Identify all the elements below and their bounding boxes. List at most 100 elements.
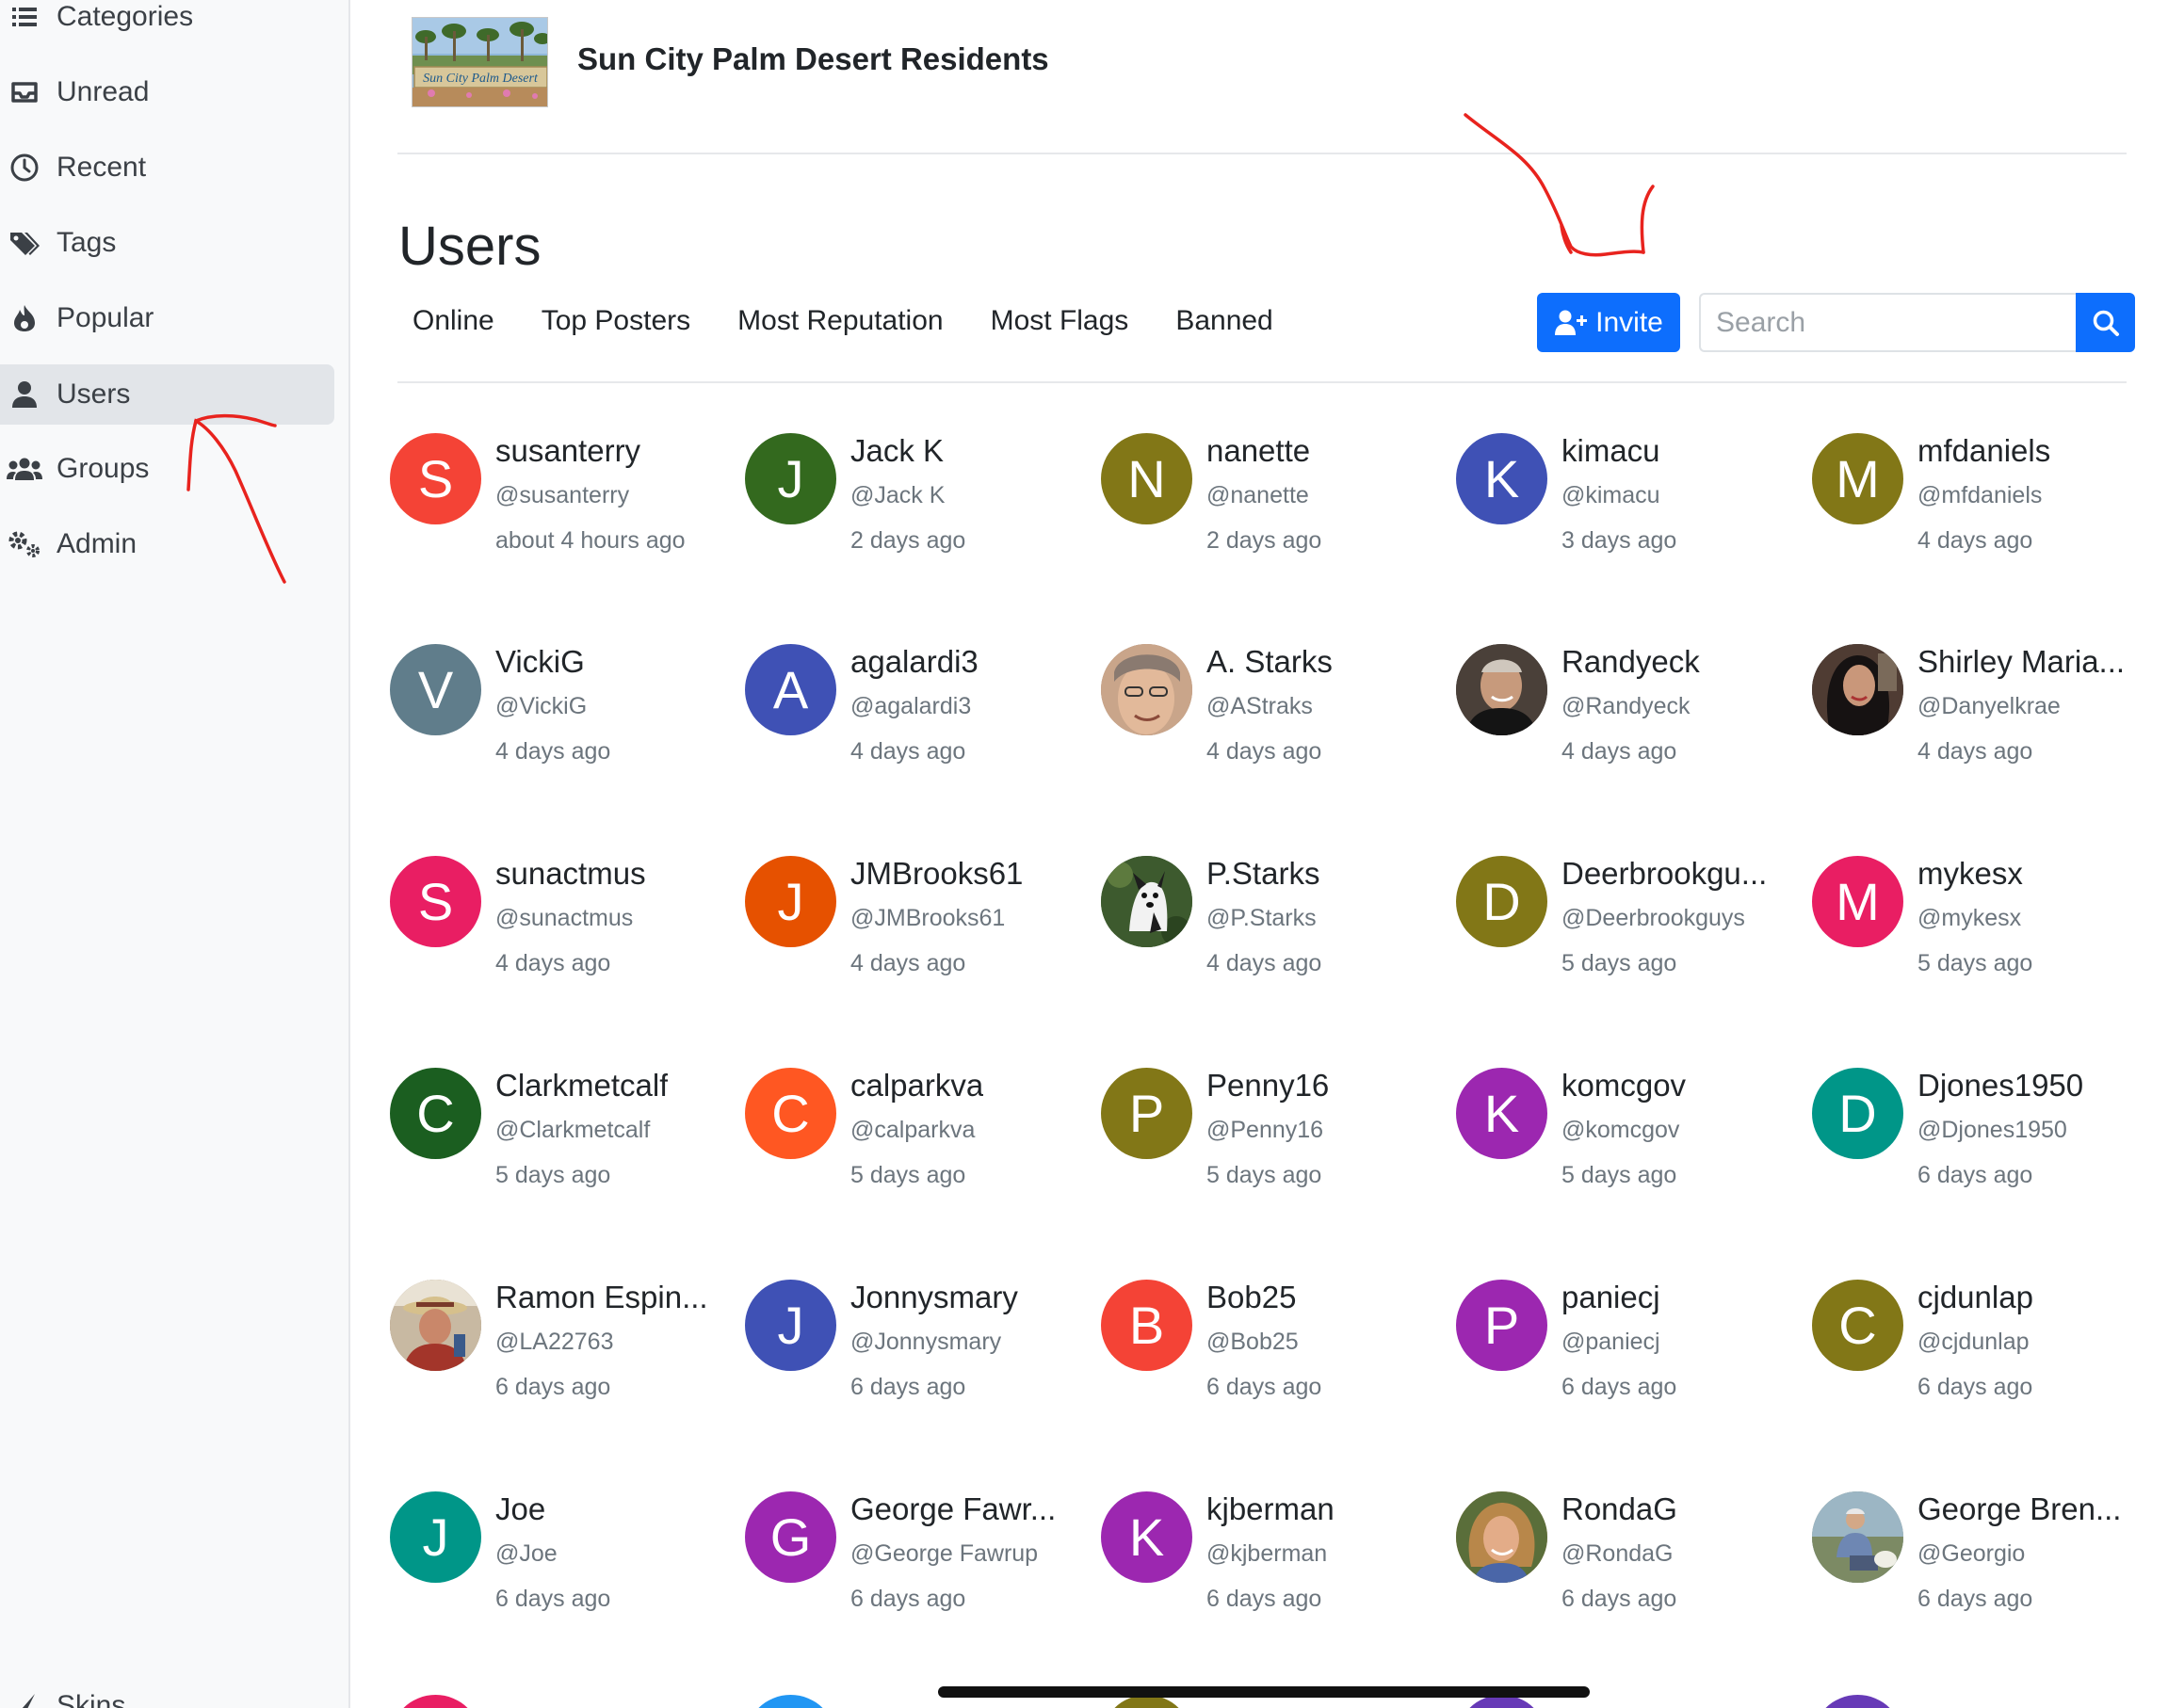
user-name[interactable]: Jack K	[850, 433, 944, 469]
user-name[interactable]: George Fawr...	[850, 1491, 1056, 1527]
user-name[interactable]: Djones1950	[1917, 1068, 2083, 1104]
user-card[interactable]: Ssusanterry @susanterry about 4 hours ago	[390, 433, 738, 584]
avatar[interactable]	[1456, 644, 1547, 735]
user-card[interactable]: P Penny16 @Penny16 5 days ago	[1101, 1068, 1449, 1218]
user-name[interactable]: agalardi3	[850, 644, 979, 680]
user-card[interactable]: Nnanette @nanette 2 days ago	[1101, 433, 1449, 584]
user-name[interactable]: Shirley Maria...	[1917, 644, 2125, 680]
user-card[interactable]: Ppaniecj @paniecj 6 days ago	[1456, 1280, 1804, 1430]
site-title[interactable]: Sun City Palm Desert Residents	[577, 41, 1049, 77]
user-name[interactable]: JMBrooks61	[850, 856, 1023, 892]
avatar[interactable]: M	[1812, 856, 1903, 947]
user-card[interactable]: Aagalardi3 @agalardi3 4 days ago	[745, 644, 1093, 795]
tab-top-posters[interactable]: Top Posters	[526, 301, 705, 345]
user-name[interactable]: paniecj	[1561, 1280, 1660, 1315]
user-name[interactable]: Randyeck	[1561, 644, 1700, 680]
user-card[interactable]: P.Starks @P.Starks 4 days ago	[1101, 856, 1449, 1007]
avatar[interactable]	[1101, 644, 1192, 735]
sidebar-item-groups[interactable]: Groups	[0, 439, 334, 499]
sidebar-item-unread[interactable]: Unread	[0, 62, 334, 122]
user-name[interactable]: Penny16	[1206, 1068, 1329, 1104]
avatar[interactable]: C	[745, 1068, 836, 1159]
sidebar-item-skins[interactable]: Skins	[0, 1676, 334, 1708]
user-card[interactable]: Shirley Maria... @Danyelkrae 4 days ago	[1812, 644, 2160, 795]
user-name[interactable]: George Bren...	[1917, 1491, 2121, 1527]
user-name[interactable]: Jonnysmary	[850, 1280, 1018, 1315]
user-name[interactable]: sunactmus	[495, 856, 646, 892]
search-button[interactable]	[2076, 293, 2135, 352]
avatar[interactable]	[1812, 1491, 1903, 1583]
avatar[interactable]: M	[1812, 433, 1903, 524]
user-card[interactable]: J JMBrooks61 @JMBrooks61 4 days ago	[745, 856, 1093, 1007]
avatar[interactable]: J	[390, 1491, 481, 1583]
user-name[interactable]: susanterry	[495, 433, 640, 469]
user-name[interactable]: kjberman	[1206, 1491, 1335, 1527]
user-name[interactable]: A. Starks	[1206, 644, 1333, 680]
user-card[interactable]: Kkimacu @kimacu 3 days ago	[1456, 433, 1804, 584]
avatar[interactable]	[1812, 1695, 1903, 1708]
user-card[interactable]: Kkjberman @kjberman 6 days ago	[1101, 1491, 1449, 1642]
user-card[interactable]: Mmfdaniels @mfdaniels 4 days ago	[1812, 433, 2160, 584]
sidebar-item-admin[interactable]: Admin	[0, 514, 334, 574]
user-card[interactable]: D Djones1950 @Djones1950 6 days ago	[1812, 1068, 2160, 1218]
avatar[interactable]	[390, 1695, 481, 1708]
user-card[interactable]: Ccjdunlap @cjdunlap 6 days ago	[1812, 1280, 2160, 1430]
avatar[interactable]: D	[1456, 856, 1547, 947]
user-card[interactable]: Ramon Espin... @LA22763 6 days ago	[390, 1280, 738, 1430]
avatar[interactable]	[1101, 856, 1192, 947]
user-card[interactable]: Randyeck @Randyeck 4 days ago	[1456, 644, 1804, 795]
sidebar-item-users[interactable]: Users	[0, 364, 334, 425]
user-card[interactable]: A. Starks @AStraks 4 days ago	[1101, 644, 1449, 795]
avatar[interactable]	[745, 1695, 836, 1708]
user-name[interactable]: Clarkmetcalf	[495, 1068, 668, 1104]
user-name[interactable]: Ramon Espin...	[495, 1280, 708, 1315]
avatar[interactable]: S	[390, 433, 481, 524]
user-name[interactable]: Deerbrookgu...	[1561, 856, 1767, 892]
tab-online[interactable]: Online	[397, 301, 510, 345]
user-card[interactable]: C Clarkmetcalf @Clarkmetcalf 5 days ago	[390, 1068, 738, 1218]
sidebar-item-tags[interactable]: Tags	[0, 213, 334, 273]
user-card[interactable]: V VickiG @VickiG 4 days ago	[390, 644, 738, 795]
site-logo[interactable]: Sun City Palm Desert	[412, 17, 548, 107]
avatar[interactable]: G	[745, 1491, 836, 1583]
user-name[interactable]: calparkva	[850, 1068, 983, 1104]
user-name[interactable]: P.Starks	[1206, 856, 1319, 892]
user-name[interactable]: cjdunlap	[1917, 1280, 2033, 1315]
user-card[interactable]: G George Fawr... @George Fawrup 6 days ago	[745, 1491, 1093, 1642]
tab-most-reputation[interactable]: Most Reputation	[722, 301, 958, 345]
sidebar-item-recent[interactable]: Recent	[0, 137, 334, 198]
user-card[interactable]: George Bren... @Georgio 6 days ago	[1812, 1491, 2160, 1642]
avatar[interactable]: S	[390, 856, 481, 947]
avatar[interactable]: C	[1812, 1280, 1903, 1371]
sidebar-item-categories[interactable]: Categories	[0, 0, 334, 47]
avatar[interactable]: J	[745, 433, 836, 524]
user-card[interactable]: Mmykesx @mykesx 5 days ago	[1812, 856, 2160, 1007]
avatar[interactable]: J	[745, 1280, 836, 1371]
user-name[interactable]: nanette	[1206, 433, 1310, 469]
avatar[interactable]	[1456, 1491, 1547, 1583]
user-card[interactable]: Kkomcgov @komcgov 5 days ago	[1456, 1068, 1804, 1218]
avatar[interactable]: P	[1456, 1280, 1547, 1371]
user-name[interactable]: komcgov	[1561, 1068, 1686, 1104]
user-name[interactable]: RondaG	[1561, 1491, 1677, 1527]
avatar[interactable]	[1812, 644, 1903, 735]
user-card[interactable]: J Jack K @Jack K 2 days ago	[745, 433, 1093, 584]
user-card[interactable]: D Deerbrookgu... @Deerbrookguys 5 days ago	[1456, 856, 1804, 1007]
user-card[interactable]: B Bob25 @Bob25 6 days ago	[1101, 1280, 1449, 1430]
user-name[interactable]: Joe	[495, 1491, 545, 1527]
avatar[interactable]: J	[745, 856, 836, 947]
avatar[interactable]: A	[745, 644, 836, 735]
user-name[interactable]: VickiG	[495, 644, 585, 680]
avatar[interactable]: K	[1456, 1068, 1547, 1159]
avatar[interactable]: C	[390, 1068, 481, 1159]
user-card[interactable]: RondaG @RondaG 6 days ago	[1456, 1491, 1804, 1642]
avatar[interactable]: K	[1456, 433, 1547, 524]
avatar[interactable]: B	[1101, 1280, 1192, 1371]
user-name[interactable]: mykesx	[1917, 856, 2023, 892]
user-name[interactable]: kimacu	[1561, 433, 1660, 469]
avatar[interactable]: K	[1101, 1491, 1192, 1583]
user-card[interactable]: J Joe @Joe 6 days ago	[390, 1491, 738, 1642]
tab-banned[interactable]: Banned	[1160, 301, 1287, 345]
user-name[interactable]: mfdaniels	[1917, 433, 2050, 469]
user-card[interactable]: Ssunactmus @sunactmus 4 days ago	[390, 856, 738, 1007]
